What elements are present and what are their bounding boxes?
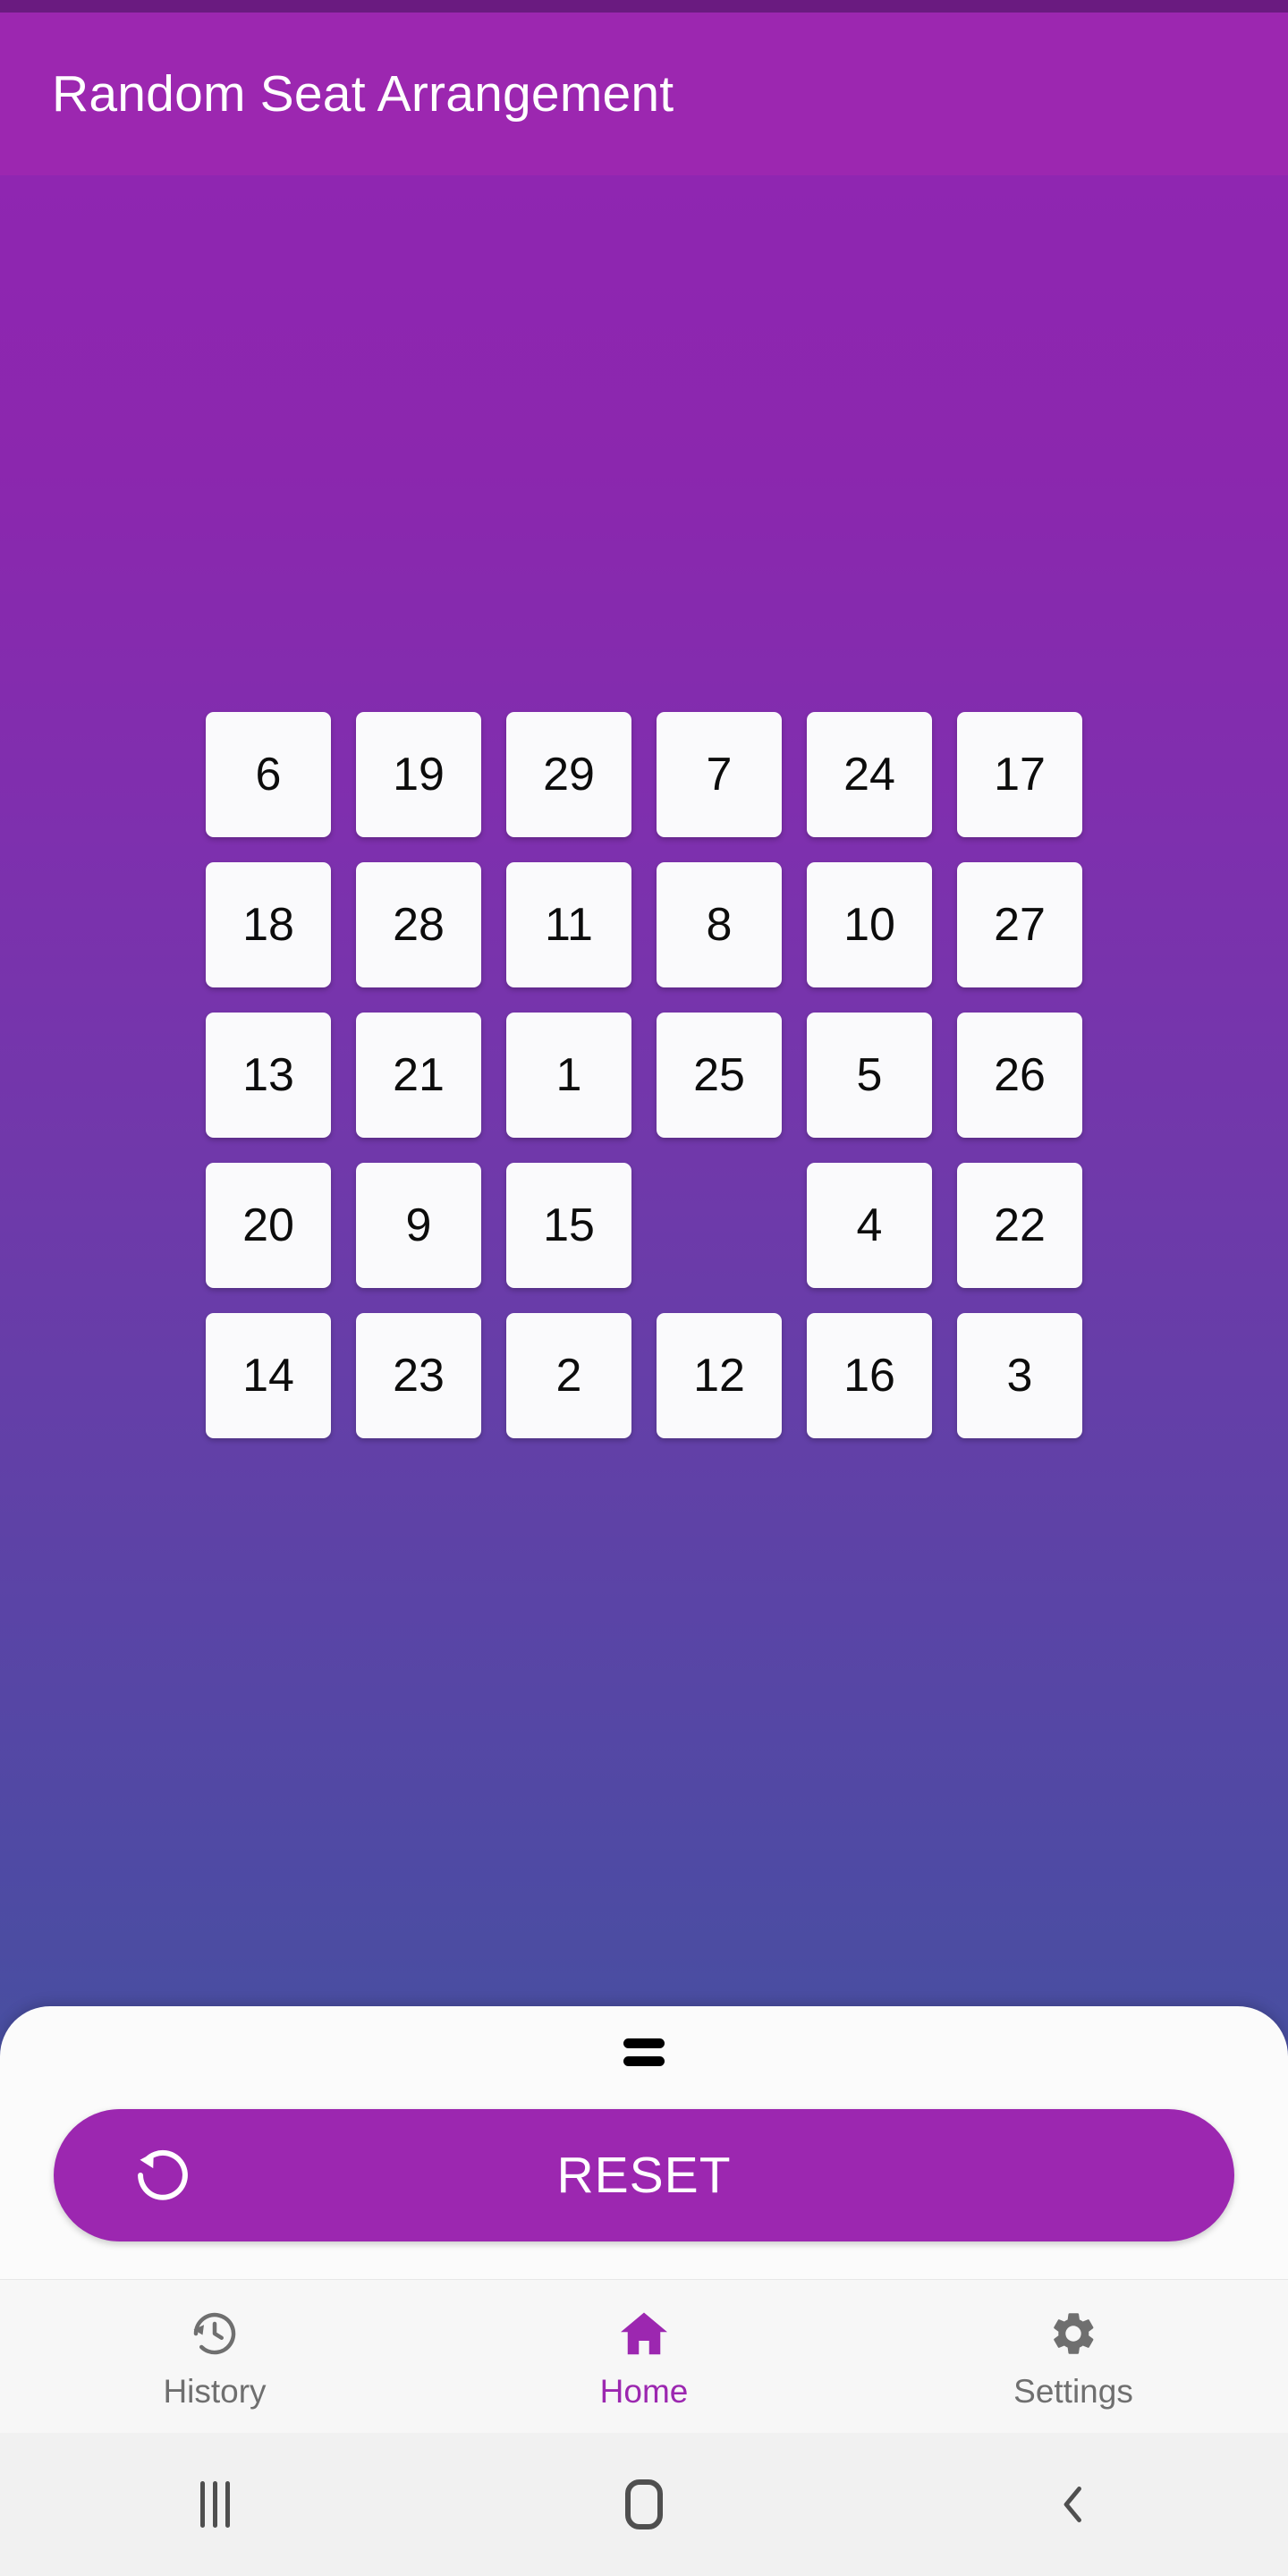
seat-tile[interactable]: 26 xyxy=(957,1013,1082,1138)
history-icon xyxy=(186,2305,243,2362)
seat-tile[interactable]: 7 xyxy=(657,712,782,837)
recents-bar-1 xyxy=(199,2481,205,2528)
seat-tile[interactable]: 22 xyxy=(957,1163,1082,1288)
seat-grid-container: 6 19 29 7 24 17 18 28 11 8 10 27 13 21 1 25 5 26 20 9 15 4 22 1… xyxy=(0,712,1288,1438)
home-glyph xyxy=(625,2479,663,2529)
seat-tile[interactable]: 15 xyxy=(506,1163,631,1288)
seat-tile[interactable]: 18 xyxy=(206,862,331,987)
seat-grid: 6 19 29 7 24 17 18 28 11 8 10 27 13 21 1 25 5 26 20 9 15 4 22 1… xyxy=(206,712,1082,1438)
back-icon[interactable] xyxy=(859,2433,1288,2576)
seat-tile[interactable]: 1 xyxy=(506,1013,631,1138)
seat-tile[interactable]: 24 xyxy=(807,712,932,837)
seat-tile[interactable]: 29 xyxy=(506,712,631,837)
seat-tile[interactable]: 11 xyxy=(506,862,631,987)
seat-tile[interactable]: 9 xyxy=(356,1163,481,1288)
seat-tile[interactable]: 28 xyxy=(356,862,481,987)
nav-label-home: Home xyxy=(599,2373,689,2410)
seat-tile[interactable]: 17 xyxy=(957,712,1082,837)
main-canvas: 6 19 29 7 24 17 18 28 11 8 10 27 13 21 1 25 5 26 20 9 15 4 22 1… xyxy=(0,175,1288,2279)
gear-icon xyxy=(1045,2305,1102,2362)
nav-label-history: History xyxy=(163,2373,267,2410)
seat-tile[interactable]: 14 xyxy=(206,1313,331,1438)
seat-tile[interactable]: 3 xyxy=(957,1313,1082,1438)
seat-tile[interactable]: 4 xyxy=(807,1163,932,1288)
seat-tile[interactable]: 16 xyxy=(807,1313,932,1438)
seat-tile[interactable]: 8 xyxy=(657,862,782,987)
app-bar: Random Seat Arrangement xyxy=(0,13,1288,175)
nav-label-settings: Settings xyxy=(1013,2373,1133,2410)
nav-item-settings[interactable]: Settings xyxy=(859,2280,1288,2433)
drag-handle-bar-bottom xyxy=(623,2056,665,2066)
home-icon xyxy=(615,2305,673,2362)
bottom-navigation: History Home Settings xyxy=(0,2279,1288,2433)
seat-tile[interactable]: 19 xyxy=(356,712,481,837)
bottom-sheet: RESET xyxy=(0,2006,1288,2279)
recents-icon[interactable] xyxy=(0,2433,429,2576)
seat-tile[interactable]: 27 xyxy=(957,862,1082,987)
seat-tile[interactable]: 21 xyxy=(356,1013,481,1138)
status-bar xyxy=(0,0,1288,13)
seat-tile[interactable]: 6 xyxy=(206,712,331,837)
reset-button[interactable]: RESET xyxy=(54,2109,1234,2241)
seat-tile[interactable]: 20 xyxy=(206,1163,331,1288)
nav-item-history[interactable]: History xyxy=(0,2280,429,2433)
seat-tile[interactable]: 23 xyxy=(356,1313,481,1438)
back-chevron xyxy=(1063,2487,1081,2522)
seat-tile[interactable]: 25 xyxy=(657,1013,782,1138)
system-home-icon[interactable] xyxy=(429,2433,859,2576)
rotate-left-icon xyxy=(132,2145,193,2206)
reset-button-label: RESET xyxy=(556,2147,732,2204)
seat-tile[interactable]: 13 xyxy=(206,1013,331,1138)
system-navigation-bar xyxy=(0,2433,1288,2576)
seat-tile[interactable]: 12 xyxy=(657,1313,782,1438)
recents-bar-2 xyxy=(212,2481,217,2528)
drag-handle-bar-top xyxy=(623,2038,665,2048)
recents-glyph xyxy=(199,2481,230,2528)
seat-empty-slot xyxy=(657,1163,782,1288)
seat-tile[interactable]: 5 xyxy=(807,1013,932,1138)
seat-tile[interactable]: 2 xyxy=(506,1313,631,1438)
seat-tile[interactable]: 10 xyxy=(807,862,932,987)
drag-handle[interactable] xyxy=(623,2038,665,2066)
recents-bar-3 xyxy=(225,2481,230,2528)
page-title: Random Seat Arrangement xyxy=(52,65,674,123)
app-screen: Random Seat Arrangement 6 19 29 7 24 17 18 28 11… xyxy=(0,0,1288,2576)
nav-item-home[interactable]: Home xyxy=(429,2280,859,2433)
